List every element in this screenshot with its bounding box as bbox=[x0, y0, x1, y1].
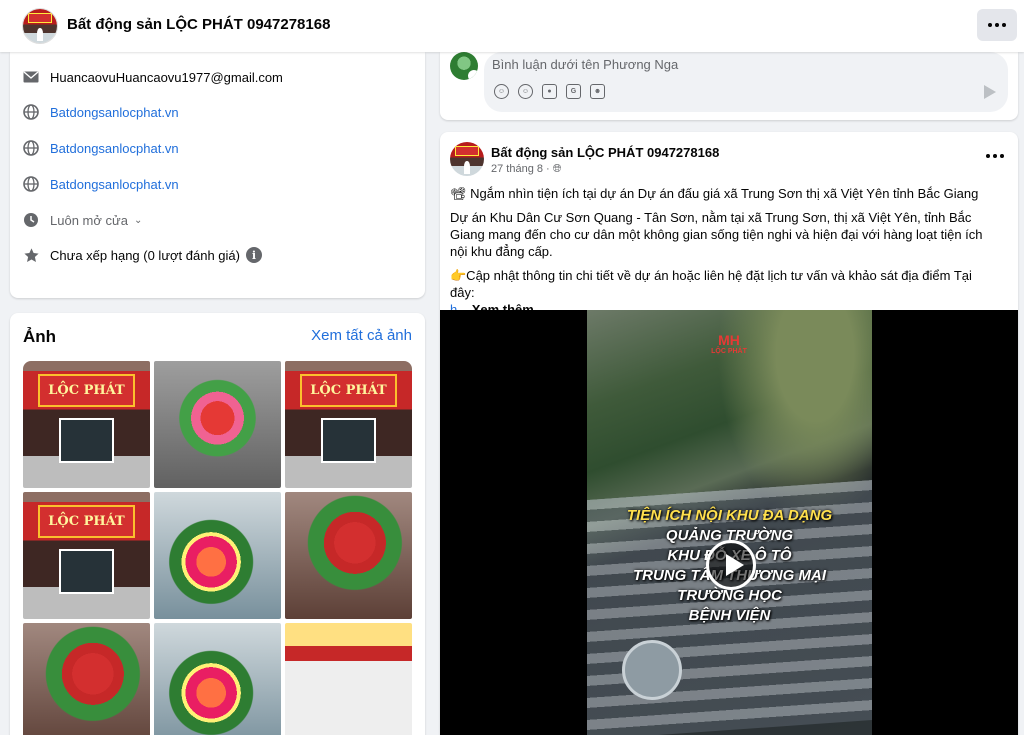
video-player[interactable]: MH LỘC PHÁT TIỆN ÍCH NỘI KHU ĐA DẠNG QUẢ… bbox=[440, 310, 1018, 735]
info-icon[interactable]: i bbox=[246, 247, 262, 263]
send-icon[interactable] bbox=[984, 85, 996, 99]
more-dots-icon bbox=[986, 154, 1004, 158]
emoji-icon[interactable]: ☺ bbox=[518, 84, 533, 99]
intro-website-row: Batdongsanlocphat.vn bbox=[22, 175, 179, 193]
post-date-text: 27 tháng 8 · bbox=[491, 163, 550, 175]
avatar-sticker-icon[interactable]: ☺ bbox=[494, 84, 509, 99]
rating-text: Chưa xếp hạng (0 lượt đánh giá) bbox=[50, 247, 240, 263]
post-author-avatar[interactable] bbox=[450, 142, 484, 176]
video-item: BỆNH VIỆN bbox=[688, 607, 771, 624]
photo-grid: LỘC PHÁT LỘC PHÁT LỘC PHÁT bbox=[23, 361, 412, 735]
globe-icon bbox=[22, 175, 40, 193]
website-link[interactable]: Batdongsanlocphat.vn bbox=[50, 177, 179, 192]
video-logo-sub: LỘC PHÁT bbox=[711, 348, 747, 355]
photos-title: Ảnh bbox=[23, 327, 57, 346]
camera-icon[interactable]: ● bbox=[542, 84, 557, 99]
post-timestamp[interactable]: 27 tháng 8 · 🌐︎ bbox=[491, 163, 562, 176]
photo-thumbnail[interactable] bbox=[285, 623, 412, 735]
video-headline: TIỆN ÍCH NỘI KHU ĐA DẠNG bbox=[626, 507, 833, 524]
video-logo-mark: MH bbox=[718, 332, 740, 348]
website-link[interactable]: Batdongsanlocphat.vn bbox=[50, 141, 179, 156]
play-icon[interactable] bbox=[706, 540, 756, 590]
post-text-paragraph: Dự án Khu Dân Cư Sơn Quang - Tân Sơn, nằ… bbox=[450, 210, 983, 259]
post-more-button[interactable] bbox=[986, 154, 1004, 158]
website-link[interactable]: Batdongsanlocphat.vn bbox=[50, 105, 179, 120]
intro-card: HuancaovuHuancaovu1977@gmail.com Batdong… bbox=[10, 52, 425, 298]
chevron-down-icon: ⌄ bbox=[133, 214, 143, 226]
photo-thumbnail[interactable] bbox=[154, 492, 281, 619]
photo-thumbnail[interactable] bbox=[154, 361, 281, 488]
intro-email-row: HuancaovuHuancaovu1977@gmail.com bbox=[22, 68, 283, 86]
comment-box: ☺ ☺ ● G ☻ bbox=[484, 52, 1008, 112]
post-text-line: 📽 Ngắm nhìn tiện ích tại dự án Dự án đấu… bbox=[450, 186, 979, 201]
intro-website-row: Batdongsanlocphat.vn bbox=[22, 139, 179, 157]
comment-composer: ⌄ ☺ ☺ ● G ☻ bbox=[440, 52, 1018, 120]
video-plaza bbox=[622, 640, 682, 700]
see-all-photos-link[interactable]: Xem tất cả ảnh bbox=[311, 327, 412, 344]
photos-card: Ảnh Xem tất cả ảnh LỘC PHÁT LỘC PHÁT LỘC… bbox=[10, 313, 425, 735]
mail-icon bbox=[22, 68, 40, 86]
photo-thumbnail[interactable]: LỘC PHÁT bbox=[285, 361, 412, 488]
sticker-icon[interactable]: ☻ bbox=[590, 84, 605, 99]
page-title[interactable]: Bất động sản LỘC PHÁT 0947278168 bbox=[67, 16, 330, 33]
photo-thumbnail[interactable] bbox=[154, 623, 281, 735]
intro-rating-row: Chưa xếp hạng (0 lượt đánh giá) i bbox=[22, 246, 262, 264]
post-cta-text: 👉Cập nhật thông tin chi tiết về dự án ho… bbox=[450, 268, 972, 300]
video-logo: MH LỘC PHÁT bbox=[707, 332, 751, 358]
globe-icon bbox=[22, 139, 40, 157]
intro-hours-row[interactable]: Luôn mở cửa ⌄ bbox=[22, 211, 142, 229]
post-author-name[interactable]: Bất động sản LỘC PHÁT 0947278168 bbox=[491, 145, 719, 160]
photo-thumbnail[interactable]: LỘC PHÁT bbox=[23, 492, 150, 619]
commenter-avatar[interactable]: ⌄ bbox=[450, 52, 478, 80]
comment-tools: ☺ ☺ ● G ☻ bbox=[494, 84, 605, 99]
comment-input[interactable] bbox=[492, 54, 992, 74]
page-header: Bất động sản LỘC PHÁT 0947278168 bbox=[0, 0, 1024, 52]
photo-thumbnail[interactable]: LỘC PHÁT bbox=[23, 361, 150, 488]
more-dots-icon bbox=[988, 23, 1006, 27]
more-options-button[interactable] bbox=[977, 9, 1017, 41]
star-icon bbox=[22, 246, 40, 264]
intro-website-row: Batdongsanlocphat.vn bbox=[22, 103, 179, 121]
email-text: HuancaovuHuancaovu1977@gmail.com bbox=[50, 69, 283, 85]
globe-icon: 🌐︎ bbox=[552, 163, 562, 175]
gif-icon[interactable]: G bbox=[566, 84, 581, 99]
photo-thumbnail[interactable] bbox=[285, 492, 412, 619]
page-avatar[interactable] bbox=[22, 8, 58, 44]
clock-icon bbox=[22, 211, 40, 229]
post-card: Bất động sản LỘC PHÁT 0947278168 27 thán… bbox=[440, 132, 1018, 735]
chevron-down-icon: ⌄ bbox=[468, 70, 478, 80]
photo-thumbnail[interactable] bbox=[23, 623, 150, 735]
hours-text: Luôn mở cửa bbox=[50, 212, 128, 228]
globe-icon bbox=[22, 103, 40, 121]
video-frame: MH LỘC PHÁT TIỆN ÍCH NỘI KHU ĐA DẠNG QUẢ… bbox=[587, 310, 872, 735]
